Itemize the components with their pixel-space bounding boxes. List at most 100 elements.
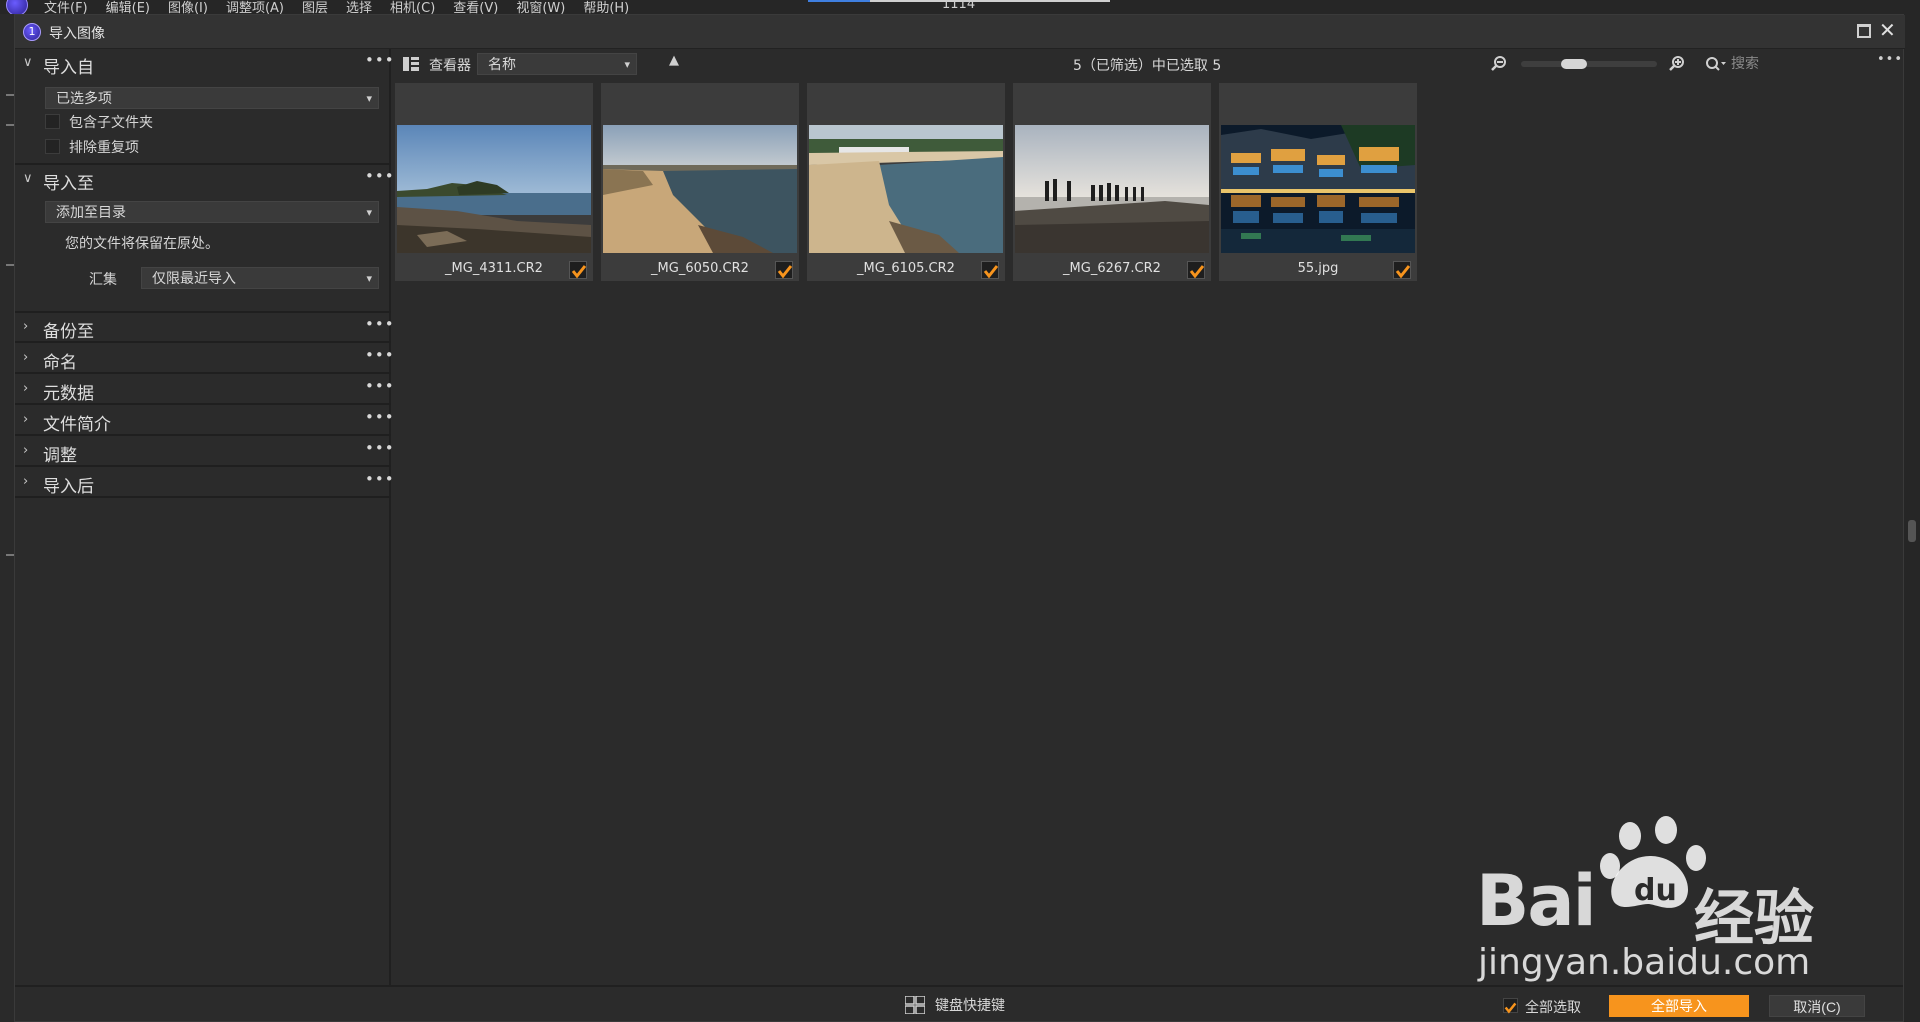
chevron-right-icon: › — [23, 443, 29, 458]
viewer-layout-icon[interactable] — [403, 57, 419, 71]
menu-item[interactable]: 视窗(W) — [516, 0, 565, 14]
photo-thumbnail[interactable] — [1015, 125, 1209, 253]
search-icon[interactable] — [1705, 56, 1727, 72]
selection-status: 5（已筛选）中已选取 5 — [1073, 58, 1222, 74]
section-file-info[interactable]: › 文件简介 ••• — [15, 406, 394, 436]
active-tab-indicator — [808, 0, 870, 2]
thumbnail-checkbox[interactable] — [775, 261, 793, 279]
more-icon[interactable]: ••• — [1877, 52, 1903, 67]
thumbnail-checkbox[interactable] — [569, 261, 587, 279]
photo-thumbnail[interactable] — [397, 125, 591, 253]
maximize-icon[interactable] — [1857, 24, 1871, 38]
section-import-to[interactable]: ∨ 导入至 ••• — [15, 165, 394, 195]
checkmark-icon — [1395, 265, 1411, 279]
checkbox-box[interactable] — [1503, 998, 1518, 1014]
section-label: 导入后 — [43, 477, 94, 497]
app-logo-icon: 1 — [23, 23, 41, 41]
thumbnail-card[interactable]: _MG_6105.CR2 — [807, 83, 1005, 281]
collection-select[interactable]: 仅限最近导入 ▾ — [141, 267, 379, 289]
section-naming[interactable]: › 命名 ••• — [15, 344, 394, 374]
zoom-in-icon[interactable] — [1669, 55, 1685, 71]
divider — [15, 403, 391, 405]
checkmark-icon — [1189, 265, 1205, 279]
checkmark-icon — [983, 265, 999, 279]
checkbox-box[interactable] — [45, 114, 60, 129]
chevron-right-icon: › — [23, 350, 29, 365]
keyboard-shortcuts-link[interactable]: 键盘快捷键 — [935, 995, 1005, 1015]
background-scrollbar[interactable] — [1904, 14, 1920, 1022]
more-icon[interactable]: ••• — [365, 439, 395, 457]
section-import-from[interactable]: ∨ 导入自 ••• — [15, 49, 394, 79]
cancel-button[interactable]: 取消(C) — [1769, 995, 1865, 1017]
thumbnail-grid: _MG_4311.CR2 _MG_6050.CR2 _MG_6105.CR2 _… — [393, 79, 1903, 985]
thumbnail-checkbox[interactable] — [981, 261, 999, 279]
close-icon[interactable]: ✕ — [1879, 19, 1896, 41]
import-note: 您的文件将保留在原处。 — [65, 236, 219, 252]
scrollbar-thumb[interactable] — [1908, 520, 1916, 542]
more-icon[interactable]: ••• — [365, 51, 395, 69]
menu-item[interactable]: 相机(C) — [390, 0, 435, 14]
menu-item[interactable]: 编辑(E) — [106, 0, 150, 14]
photo-thumbnail[interactable] — [603, 125, 797, 253]
zoom-slider-thumb[interactable] — [1561, 59, 1587, 69]
sort-ascending-icon[interactable]: ▲ — [669, 53, 679, 68]
source-select-value: 已选多项 — [56, 91, 112, 107]
source-select[interactable]: 已选多项 ▾ — [45, 87, 379, 109]
import-dialog: 1 导入图像 ✕ ∨ 导入自 ••• 已选多项 ▾ 包含子文件夹 排除重复项 ∨… — [14, 14, 1905, 1022]
chevron-down-icon: ▾ — [366, 92, 372, 105]
app-menubar: 文件(F) 编辑(E) 图像(I) 调整项(A) 图层 选择 相机(C) 查看(… — [0, 0, 1920, 14]
thumbnail-card[interactable]: _MG_6267.CR2 — [1013, 83, 1211, 281]
photo-thumbnail[interactable] — [809, 125, 1003, 253]
collection-select-value: 仅限最近导入 — [152, 271, 236, 287]
checkbox-label: 包含子文件夹 — [69, 115, 153, 131]
section-label: 文件简介 — [43, 415, 111, 435]
sort-select[interactable]: 名称 ▾ — [477, 53, 637, 75]
thumbnail-checkbox[interactable] — [1393, 261, 1411, 279]
section-label: 导入自 — [43, 58, 94, 78]
more-icon[interactable]: ••• — [365, 408, 395, 426]
search-input[interactable] — [1731, 53, 1871, 75]
section-label: 命名 — [43, 353, 77, 373]
section-metadata[interactable]: › 元数据 ••• — [15, 375, 394, 405]
menu-item[interactable]: 图层 — [302, 0, 328, 14]
divider — [15, 341, 391, 343]
chevron-right-icon: › — [23, 319, 29, 334]
chevron-right-icon: › — [23, 474, 29, 489]
document-number: 1114 — [942, 0, 976, 12]
thumbnail-filename: _MG_4311.CR2 — [445, 261, 543, 276]
menu-item[interactable]: 查看(V) — [453, 0, 498, 14]
menu-item[interactable]: 文件(F) — [44, 0, 88, 14]
keyboard-shortcuts-icon[interactable] — [905, 996, 925, 1014]
zoom-out-icon[interactable] — [1491, 55, 1507, 71]
more-icon[interactable]: ••• — [365, 377, 395, 395]
strip-mark — [6, 124, 14, 126]
checkmark-icon — [777, 265, 793, 279]
more-icon[interactable]: ••• — [365, 315, 395, 333]
target-select-value: 添加至目录 — [56, 205, 126, 221]
checkbox-box[interactable] — [45, 139, 60, 154]
thumbnail-filename: _MG_6050.CR2 — [651, 261, 749, 276]
thumbnail-checkbox[interactable] — [1187, 261, 1205, 279]
more-icon[interactable]: ••• — [365, 167, 395, 185]
thumbnail-card[interactable]: _MG_6050.CR2 — [601, 83, 799, 281]
import-all-button[interactable]: 全部导入 — [1609, 995, 1749, 1017]
chevron-right-icon: › — [23, 412, 29, 427]
thumbnail-card[interactable]: _MG_4311.CR2 — [395, 83, 593, 281]
menu-item[interactable]: 调整项(A) — [226, 0, 284, 14]
photo-thumbnail[interactable] — [1221, 125, 1415, 253]
target-select[interactable]: 添加至目录 ▾ — [45, 201, 379, 223]
checkbox-label: 排除重复项 — [69, 140, 139, 156]
chevron-right-icon: › — [23, 381, 29, 396]
section-backup[interactable]: › 备份至 ••• — [15, 313, 394, 343]
thumbnail-card[interactable]: 55.jpg — [1219, 83, 1417, 281]
divider — [15, 372, 391, 374]
more-icon[interactable]: ••• — [365, 470, 395, 488]
menu-item[interactable]: 帮助(H) — [583, 0, 629, 14]
menu-item[interactable]: 选择 — [346, 0, 372, 14]
zoom-slider[interactable] — [1521, 59, 1657, 69]
thumbnail-filename: 55.jpg — [1297, 261, 1339, 276]
menu-item[interactable]: 图像(I) — [168, 0, 208, 14]
section-adjust[interactable]: › 调整 ••• — [15, 437, 394, 467]
section-after-import[interactable]: › 导入后 ••• — [15, 468, 394, 498]
more-icon[interactable]: ••• — [365, 346, 395, 364]
